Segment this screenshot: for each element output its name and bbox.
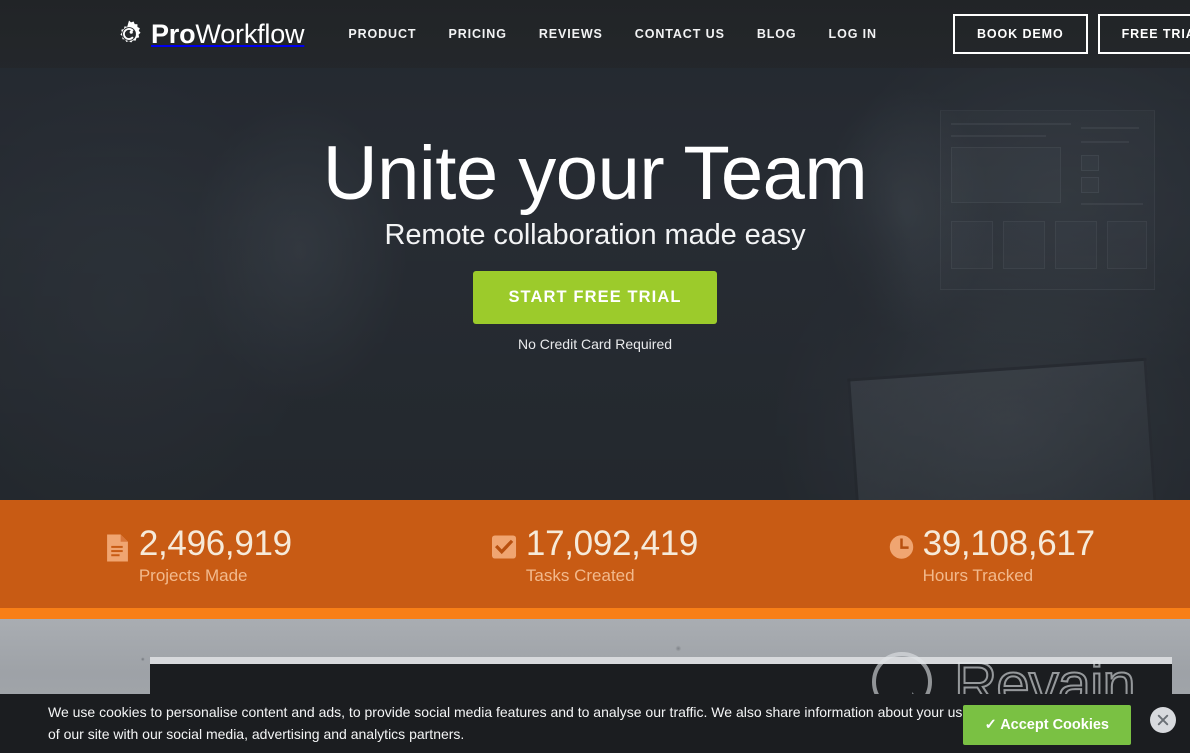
stats-accent-stripe — [0, 608, 1190, 619]
hero-content: Unite your Team Remote collaboration mad… — [0, 0, 1190, 500]
stat-label: Tasks Created — [525, 565, 635, 585]
header-buttons: BOOK DEMO FREE TRIAL — [943, 14, 1190, 54]
stat-label: Projects Made — [138, 565, 248, 585]
stats-bar: 2,496,919 Projects Made 17,092,419 Tasks… — [0, 500, 1190, 608]
checkbox-icon — [491, 534, 517, 562]
hero-cta-wrapper: START FREE TRIAL — [0, 271, 1190, 324]
logo-link[interactable]: ProWorkflow — [114, 18, 305, 49]
accept-cookies-button[interactable]: ✓ Accept Cookies — [962, 705, 1131, 745]
clock-icon — [889, 534, 914, 562]
panel-top-strip — [150, 657, 1172, 664]
cta-note: No Credit Card Required — [517, 336, 673, 352]
site-header: ProWorkflow PRODUCT PRICING REVIEWS CONT… — [0, 0, 1190, 68]
nav-item-product[interactable]: PRODUCT — [332, 27, 432, 41]
logo-bold: Pro — [151, 18, 196, 49]
main-navigation: PRODUCT PRICING REVIEWS CONTACT US BLOG … — [332, 27, 893, 41]
nav-item-contact-us[interactable]: CONTACT US — [619, 27, 741, 41]
stat-projects-made: 2,496,919 Projects Made — [0, 524, 397, 586]
book-demo-button[interactable]: BOOK DEMO — [953, 14, 1088, 54]
start-free-trial-button[interactable]: START FREE TRIAL — [473, 271, 717, 324]
stat-value: 2,496,919 — [138, 524, 292, 564]
logo-light: Workflow — [195, 18, 305, 49]
stat-hours-tracked: 39,108,617 Hours Tracked — [793, 524, 1190, 586]
cookie-message: We use cookies to personalise content an… — [48, 703, 971, 742]
nav-item-log-in[interactable]: LOG IN — [813, 27, 893, 41]
document-icon — [105, 534, 130, 562]
hero-subheadline: Remote collaboration made easy — [384, 219, 806, 251]
stat-tasks-created: 17,092,419 Tasks Created — [397, 524, 794, 586]
free-trial-button[interactable]: FREE TRIAL — [1097, 14, 1190, 54]
logo-text: ProWorkflow — [151, 18, 305, 49]
stat-label: Hours Tracked — [922, 565, 1034, 585]
hero-section: Unite your Team Remote collaboration mad… — [0, 0, 1190, 500]
hero-headline: Unite your Team — [322, 131, 868, 216]
close-icon[interactable] — [1150, 707, 1176, 733]
gear-icon — [114, 19, 144, 49]
stat-value: 39,108,617 — [922, 524, 1095, 564]
nav-item-blog[interactable]: BLOG — [741, 27, 813, 41]
stat-value: 17,092,419 — [525, 524, 699, 564]
stats-row: 2,496,919 Projects Made 17,092,419 Tasks… — [0, 500, 1190, 608]
nav-item-pricing[interactable]: PRICING — [432, 27, 522, 41]
nav-item-reviews[interactable]: REVIEWS — [523, 27, 619, 41]
page-root: Unite your Team Remote collaboration mad… — [0, 0, 1190, 753]
